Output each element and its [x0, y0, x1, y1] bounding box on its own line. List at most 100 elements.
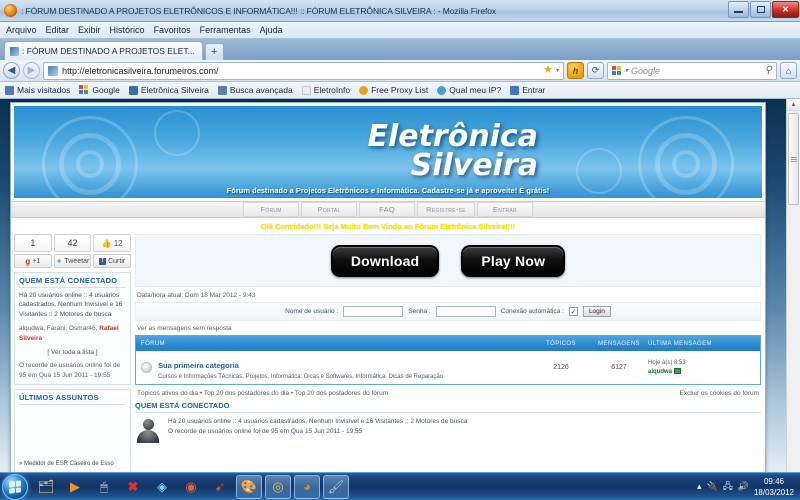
goto-last-post-icon[interactable] — [674, 367, 682, 374]
last-message-author[interactable]: alqudwa — [648, 369, 672, 375]
bookmark-qual-meu-ip[interactable]: Qual meu IP? — [437, 85, 501, 95]
chrome-icon[interactable]: ◎ — [265, 474, 291, 499]
tweet-button[interactable]: ✦ Tweetar — [53, 254, 92, 268]
menu-item-editar[interactable]: Editar — [46, 25, 70, 35]
forum-nav-portal[interactable]: Portal — [301, 202, 358, 217]
sidebar-latest-topic-item[interactable]: » Medidor de ESR Caseiro de Esso — [19, 460, 126, 469]
bookmark-label: Mais visitados — [17, 85, 71, 95]
scroll-up-icon[interactable]: ▲ — [787, 99, 800, 111]
windows-taskbar: 🗂 ▶ 🖱 ✖ ◈ ◉ ➹ 🎨 ◎ ◕ 🖌 ▴ 🔌 🖧 🔊 09:46 18/0… — [0, 472, 800, 500]
network-icon[interactable]: 🖧 — [723, 479, 733, 495]
close-button[interactable]: ✕ — [772, 1, 799, 18]
unanswered-messages-link[interactable]: Ver as mensagens sem resposta — [135, 321, 761, 335]
google-plus-button[interactable]: g +1 — [14, 254, 52, 268]
row-messages-count: 6127 — [611, 364, 627, 371]
firefox-icon[interactable]: ◕ — [294, 474, 320, 499]
flame-app-icon[interactable]: ◉ — [178, 475, 204, 499]
clock-time: 09:46 — [763, 476, 784, 486]
decorative-ring — [672, 150, 700, 178]
header-forum: FÓRUM — [141, 340, 165, 347]
bookmark-icon — [217, 85, 227, 95]
menu-item-ajuda[interactable]: Ajuda — [260, 25, 283, 35]
sidebar-latest-topics-panel: ÚLTIMOS ASSUNTOS » Medidor de ESR Caseir… — [14, 388, 131, 474]
bookmark-google[interactable]: Google — [79, 85, 120, 95]
menu-item-favoritos[interactable]: Favoritos — [154, 25, 191, 35]
autologin-checkbox[interactable]: ✓ — [568, 307, 578, 316]
bookmark-entrar[interactable]: Entrar — [510, 85, 545, 95]
delete-cookies-link[interactable]: Excluir os cookies do fórum — [680, 390, 759, 397]
facebook-like-button[interactable]: f Curtir — [93, 254, 132, 268]
forum-status-icon — [141, 362, 152, 373]
taskbar-apps: 🗂 ▶ 🖱 ✖ ◈ ◉ ➹ 🎨 ◎ ◕ 🖌 — [33, 474, 349, 499]
forum-nav-forum[interactable]: Fórum — [243, 202, 300, 217]
row-forum-cell: Sua primeira categoria Cursos e Informaç… — [141, 355, 532, 380]
password-input[interactable] — [435, 306, 496, 317]
scrollbar-grip — [790, 156, 797, 163]
search-icon[interactable]: ⚲ — [765, 65, 772, 76]
bookmark-star-icon[interactable]: ★ — [543, 65, 553, 76]
avatar-head — [143, 419, 154, 430]
forum-nav-registre-se[interactable]: Registre-se — [417, 202, 475, 217]
media-player-icon[interactable]: ▶ — [62, 475, 88, 499]
volume-icon[interactable]: 🔊 — [738, 481, 749, 492]
menu-item-exibir[interactable]: Exibir — [78, 25, 101, 35]
x-app-icon[interactable]: ✖ — [120, 475, 146, 499]
bookmark-eletroinfo[interactable]: EletroInfo — [301, 85, 350, 95]
bookmark-label: Qual meu IP? — [449, 85, 502, 95]
forum-body: 1 42 👍 12 g +1 ✦ Tweetar f Curtir QUEM E… — [11, 234, 765, 474]
back-button[interactable]: ◀ — [3, 62, 20, 79]
rocket-app-icon[interactable]: ➹ — [207, 475, 233, 499]
bookmark-label: Free Proxy List — [371, 85, 429, 95]
reload-icon[interactable]: ⟳ — [587, 62, 604, 79]
menu-item-arquivo[interactable]: Arquivo — [6, 25, 37, 35]
addon-button[interactable]: h — [567, 62, 584, 79]
chevron-down-icon[interactable]: ▾ — [556, 67, 559, 74]
maximize-button[interactable] — [750, 1, 771, 18]
play-now-button[interactable]: Play Now — [461, 244, 566, 277]
taskbar-clock[interactable]: 09:46 18/03/2012 — [754, 476, 796, 498]
forum-nav-faq[interactable]: FAQ — [359, 202, 416, 217]
bookmark-busca-avancada[interactable]: Busca avançada — [217, 85, 293, 95]
download-button[interactable]: Download — [330, 244, 440, 277]
paint-icon[interactable]: 🖌 — [323, 474, 349, 499]
menu-item-historico[interactable]: Histórico — [110, 25, 145, 35]
bookmark-icon — [301, 85, 311, 95]
forum-nav: Fórum Portal FAQ Registre-se Entrar — [11, 201, 765, 218]
forum-nav-entrar[interactable]: Entrar — [476, 202, 533, 217]
sidebar-view-all-list-link[interactable]: [ Ver toda a lista ] — [19, 349, 126, 356]
search-bar[interactable]: ▾ Google ⚲ — [607, 61, 777, 80]
usb-device-icon[interactable]: 🔌 — [706, 481, 717, 492]
username-input[interactable] — [343, 306, 404, 317]
mouse-utility-icon[interactable]: 🖱 — [91, 475, 117, 499]
diamond-app-icon[interactable]: ◈ — [149, 475, 175, 499]
minimize-button[interactable] — [728, 1, 749, 18]
bookmark-eletronica-silveira[interactable]: Eletrônica Silveira — [128, 85, 209, 95]
tab-forum-eletronica-silveira[interactable]: : FÓRUM DESTINADO A PROJETOS ELET... — [4, 41, 203, 60]
home-icon[interactable]: ⌂ — [780, 62, 797, 79]
who-online-text: Há 20 usuários online :: 4 usuários cada… — [168, 417, 467, 438]
login-submit-button[interactable]: Login — [582, 306, 611, 317]
bookmark-icon — [510, 85, 520, 95]
page-scrollbar[interactable]: ▲ ▼ — [786, 99, 800, 500]
show-hidden-icons-button[interactable]: ▴ — [697, 481, 702, 492]
forum-name-link[interactable]: Sua primeira categoria — [158, 361, 239, 370]
search-engine-chevron-icon[interactable]: ▾ — [625, 67, 628, 74]
table-row[interactable]: Sua primeira categoria Cursos e Informaç… — [136, 351, 760, 384]
bookmark-icon — [128, 85, 138, 95]
forum-table-header: FÓRUM TÓPICOS MENSAGENS ÚLTIMA MENSAGEM — [136, 336, 760, 351]
footer-links-left[interactable]: Tópicos ativos do dia • Top 20 dos posta… — [137, 390, 388, 397]
scrollbar-thumb[interactable] — [788, 113, 799, 205]
bookmark-mais-visitados[interactable]: Mais visitados — [5, 85, 70, 95]
explorer-folder-icon[interactable]: 🗂 — [33, 475, 59, 499]
address-bar[interactable]: http://eletronicasilveira.forumeiros.com… — [43, 61, 564, 80]
bookmark-label: Google — [92, 85, 120, 95]
avatar-shoulders — [137, 430, 159, 443]
who-online-section: QUEM ESTÁ CONECTADO Há 20 usuários onlin… — [135, 401, 761, 443]
start-button[interactable] — [2, 473, 28, 500]
bookmark-free-proxy-list[interactable]: Free Proxy List — [359, 85, 428, 95]
forward-button[interactable]: ▶ — [23, 62, 40, 79]
menu-item-ferramentas[interactable]: Ferramentas — [200, 25, 251, 35]
bookmark-icon — [437, 85, 447, 95]
paint-tools-icon[interactable]: 🎨 — [236, 474, 262, 499]
new-tab-button[interactable]: + — [204, 43, 224, 60]
